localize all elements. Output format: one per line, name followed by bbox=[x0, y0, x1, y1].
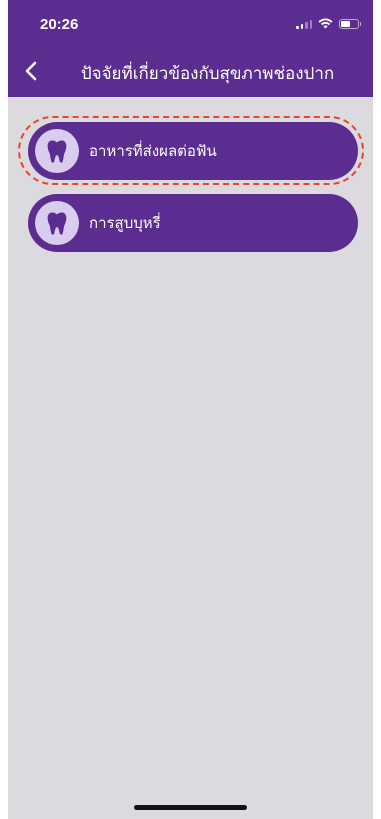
wifi-icon bbox=[318, 18, 333, 29]
menu-list: อาหารที่ส่งผลต่อฟัน การสูบบุหรี่ bbox=[8, 97, 373, 819]
back-button[interactable] bbox=[20, 58, 44, 84]
app-screen: 20:26 ปัจจัยที่เกี่ยวข้องกับสุขภาพช่องปา… bbox=[8, 0, 373, 819]
home-indicator[interactable] bbox=[134, 805, 247, 810]
page-title: ปัจจัยที่เกี่ยวข้องกับสุขภาพช่องปาก bbox=[80, 64, 335, 84]
battery-icon bbox=[339, 18, 361, 29]
status-time: 20:26 bbox=[40, 16, 79, 33]
signal-icon bbox=[296, 19, 312, 29]
tooth-icon bbox=[35, 201, 79, 245]
menu-item-label: อาหารที่ส่งผลต่อฟัน bbox=[89, 142, 217, 160]
status-icons bbox=[296, 18, 361, 29]
tooth-icon bbox=[35, 129, 79, 173]
header-bar: 20:26 ปัจจัยที่เกี่ยวข้องกับสุขภาพช่องปา… bbox=[8, 0, 373, 97]
chevron-left-icon bbox=[25, 61, 37, 81]
menu-item-food-affecting-teeth[interactable]: อาหารที่ส่งผลต่อฟัน bbox=[28, 122, 358, 180]
menu-item-label: การสูบบุหรี่ bbox=[89, 214, 161, 232]
menu-item-smoking[interactable]: การสูบบุหรี่ bbox=[28, 194, 358, 252]
